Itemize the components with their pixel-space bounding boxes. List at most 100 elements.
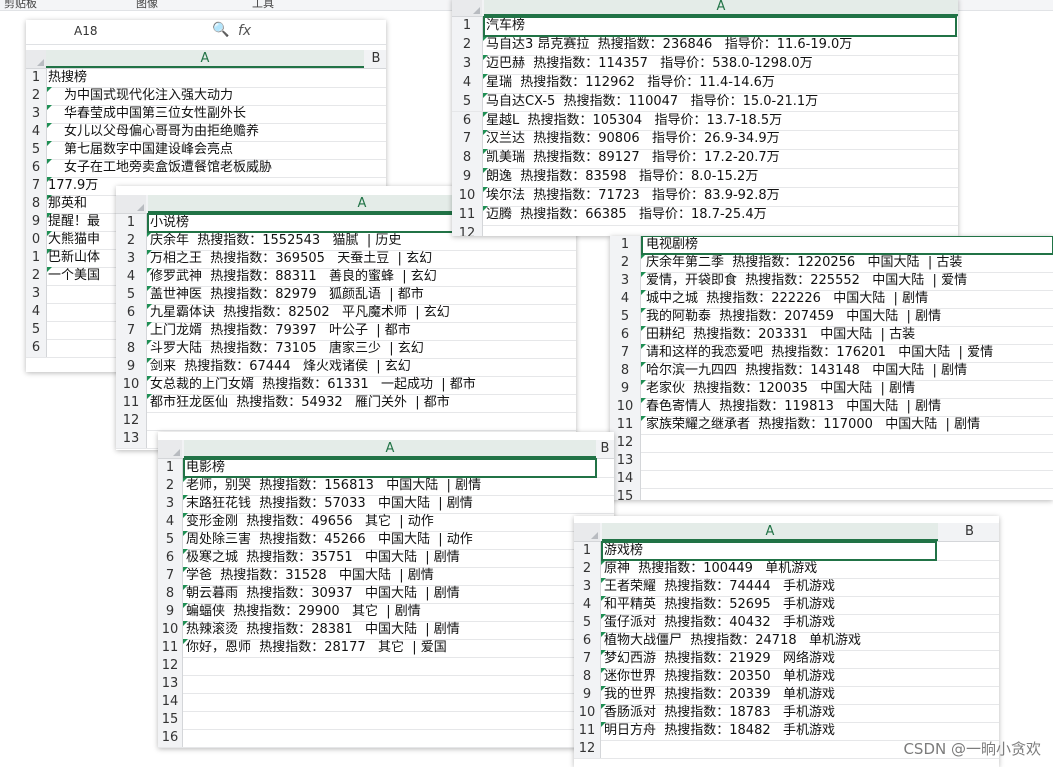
data-cell[interactable]	[186, 729, 596, 747]
row-number[interactable]: 3	[26, 285, 47, 303]
data-cell[interactable]: 春色寄情人 热搜指数：119813 中国大陆 | 剧情	[646, 398, 1051, 416]
data-cell[interactable]: 万相之王 热搜指数：369505 天蚕土豆 | 玄幻	[150, 250, 570, 268]
row-number[interactable]: 9	[452, 168, 483, 188]
header-cell[interactable]: 电视剧榜	[646, 236, 1051, 254]
column-a-header[interactable]: A	[602, 523, 938, 541]
row-number[interactable]: 10	[574, 704, 601, 722]
data-cell[interactable]: 为中国式现代化注入强大动力	[64, 87, 380, 105]
data-cell[interactable]	[186, 711, 596, 729]
row-number[interactable]: 4	[574, 596, 601, 614]
data-cell[interactable]: 蝙蝠侠 热搜指数：29900 其它 | 剧情	[186, 603, 596, 621]
row-number[interactable]: 5	[158, 531, 183, 549]
select-all-corner[interactable]	[158, 440, 182, 458]
row-number[interactable]: 15	[610, 488, 641, 500]
row-number[interactable]: 11	[116, 394, 147, 412]
data-cell[interactable]: 城中之城 热搜指数：222226 中国大陆 | 剧情	[646, 290, 1051, 308]
data-cell[interactable]: 原神 热搜指数：100449 单机游戏	[604, 560, 938, 578]
data-cell[interactable]	[186, 675, 596, 693]
data-cell[interactable]: 女总裁的上门女婿 热搜指数：61331 一起成功 | 都市	[150, 376, 570, 394]
data-cell[interactable]	[186, 693, 596, 711]
row-number[interactable]: 1	[574, 542, 601, 560]
ribbon-item[interactable]: 图像	[136, 0, 158, 11]
row-number[interactable]: 9	[158, 603, 183, 621]
row-number[interactable]: 9	[26, 213, 47, 231]
row-number[interactable]: 6	[574, 632, 601, 650]
data-cell[interactable]: 植物大战僵尸 热搜指数：24718 单机游戏	[604, 632, 938, 650]
data-cell[interactable]: 迈巴赫 热搜指数：114357 指导价：538.0-1298.0万	[486, 55, 954, 74]
row-number[interactable]: 8	[452, 149, 483, 169]
row-number[interactable]: 11	[574, 722, 601, 740]
data-cell[interactable]: 爱情，开袋即食 热搜指数：225552 中国大陆 | 爱情	[646, 272, 1051, 290]
data-cell[interactable]: 香肠派对 热搜指数：18783 手机游戏	[604, 704, 938, 722]
data-cell[interactable]: 九星霸体诀 热搜指数：82502 平凡魔术师 | 玄幻	[150, 304, 570, 322]
row-number[interactable]: 7	[26, 177, 47, 195]
row-number[interactable]: 5	[26, 141, 47, 159]
data-cell[interactable]: 汉兰达 热搜指数：90806 指导价：26.9-34.9万	[486, 130, 954, 149]
row-number[interactable]: 3	[610, 272, 641, 290]
data-cell[interactable]	[646, 434, 1051, 452]
row-number[interactable]: 7	[452, 130, 483, 150]
row-number[interactable]: 8	[26, 195, 47, 213]
select-all-corner[interactable]	[574, 523, 600, 541]
row-number[interactable]: 15	[158, 711, 183, 729]
row-number[interactable]: 5	[116, 286, 147, 304]
row-number[interactable]: 1	[610, 236, 641, 254]
row-number[interactable]: 3	[116, 250, 147, 268]
row-number[interactable]: 3	[452, 54, 483, 74]
row-number[interactable]: 4	[158, 513, 183, 531]
row-number[interactable]: 2	[574, 560, 601, 578]
data-cell[interactable]: 庆余年第二季 热搜指数：1220256 中国大陆 | 古装	[646, 254, 1051, 272]
column-b-header[interactable]: B	[366, 50, 386, 68]
row-number[interactable]: 1	[116, 214, 147, 232]
row-number[interactable]: 10	[610, 398, 641, 416]
row-number[interactable]: 11	[610, 416, 641, 434]
row-number[interactable]: 10	[116, 376, 147, 394]
row-number[interactable]: 1	[26, 69, 47, 87]
zoom-icon[interactable]: 🔍	[212, 22, 229, 38]
row-number[interactable]: 7	[574, 650, 601, 668]
data-cell[interactable]: 马自达CX-5 热搜指数：110047 指导价：15.0-21.1万	[486, 93, 954, 112]
row-number[interactable]: 16	[158, 729, 183, 747]
row-number[interactable]: 2	[452, 35, 483, 55]
data-cell[interactable]: 第七届数字中国建设峰会亮点	[64, 141, 380, 159]
data-cell[interactable]: 极寒之城 热搜指数：35751 中国大陆 | 剧情	[186, 549, 596, 567]
data-cell[interactable]: 你好，恩师 热搜指数：28177 其它 | 爱国	[186, 639, 596, 657]
column-a-header[interactable]: A	[184, 440, 596, 458]
row-number[interactable]: 11	[158, 639, 183, 657]
data-cell[interactable]: 请和这样的我恋爱吧 热搜指数：176201 中国大陆 | 爱情	[646, 344, 1051, 362]
data-cell[interactable]: 修罗武神 热搜指数：88311 善良的蜜蜂 | 玄幻	[150, 268, 570, 286]
row-number[interactable]: 8	[574, 668, 601, 686]
row-number[interactable]: 1	[26, 249, 47, 267]
row-number[interactable]: 0	[26, 231, 47, 249]
row-number[interactable]: 4	[26, 123, 47, 141]
row-number[interactable]: 3	[26, 105, 47, 123]
data-cell[interactable]: 女子在工地旁卖盒饭遭餐馆老板威胁	[64, 159, 380, 177]
data-cell[interactable]: 老家伙 热搜指数：120035 中国大陆 | 剧情	[646, 380, 1051, 398]
data-cell[interactable]: 家族荣耀之继承者 热搜指数：117000 中国大陆 | 剧情	[646, 416, 1051, 434]
data-cell[interactable]: 我的阿勒泰 热搜指数：207459 中国大陆 | 剧情	[646, 308, 1051, 326]
row-number[interactable]: 6	[452, 111, 483, 131]
row-number[interactable]: 5	[26, 321, 47, 339]
data-cell[interactable]: 蛋仔派对 热搜指数：40432 手机游戏	[604, 614, 938, 632]
row-number[interactable]: 3	[574, 578, 601, 596]
row-number[interactable]: 9	[574, 686, 601, 704]
row-number[interactable]: 6	[158, 549, 183, 567]
data-cell[interactable]: 学爸 热搜指数：31528 中国大陆 | 剧情	[186, 567, 596, 585]
data-cell[interactable]: 我的世界 热搜指数：20339 单机游戏	[604, 686, 938, 704]
row-number[interactable]: 14	[158, 693, 183, 711]
column-a-header[interactable]: A	[46, 50, 364, 68]
column-a-header[interactable]: A	[484, 0, 958, 16]
data-cell[interactable]	[186, 657, 596, 675]
header-cell[interactable]: 电影榜	[186, 459, 596, 477]
data-cell[interactable]: 都市狂龙医仙 热搜指数：54932 雁门关外 | 都市	[150, 394, 570, 412]
row-number[interactable]: 12	[158, 657, 183, 675]
data-cell[interactable]: 和平精英 热搜指数：52695 手机游戏	[604, 596, 938, 614]
data-cell[interactable]: 老师，别哭 热搜指数：156813 中国大陆 | 剧情	[186, 477, 596, 495]
name-box[interactable]: A18	[74, 24, 97, 38]
data-cell[interactable]	[604, 740, 938, 758]
row-number[interactable]: 4	[116, 268, 147, 286]
data-cell[interactable]	[646, 488, 1051, 500]
row-number[interactable]: 7	[116, 322, 147, 340]
data-cell[interactable]	[150, 412, 570, 430]
row-number[interactable]: 2	[610, 254, 641, 272]
